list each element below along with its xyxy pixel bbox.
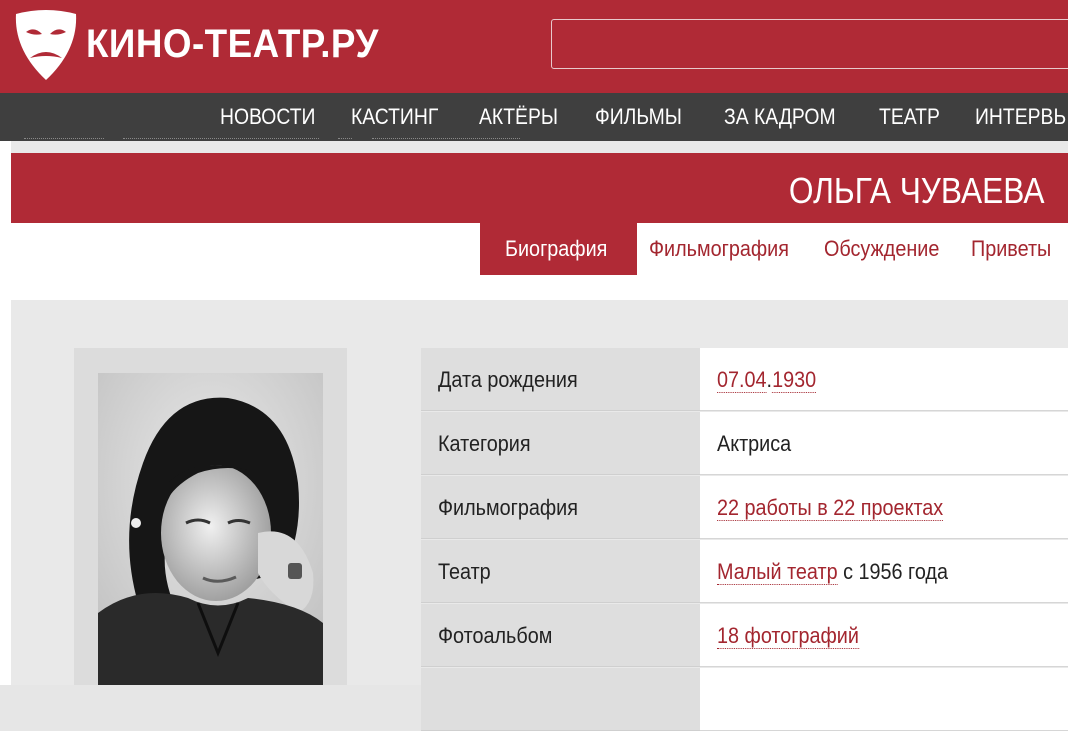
site-logo-text[interactable]: КИНО-ТЕАТР.РУ [86, 22, 379, 67]
nav-item-behind-scenes[interactable]: ЗА КАДРОМ [724, 104, 836, 130]
category-value: Актриса [717, 431, 791, 457]
info-label: Фотоальбом [438, 623, 552, 649]
search-input[interactable] [551, 19, 1068, 69]
person-title-bar: ОЛЬГА ЧУВАЕВА [11, 153, 1068, 223]
info-label-cell: Фотоальбом [421, 604, 700, 667]
info-label-cell: Театр [421, 540, 700, 603]
nav-item-films[interactable]: ФИЛЬМЫ [595, 104, 682, 130]
page-left-edge [0, 141, 11, 685]
person-name: ОЛЬГА ЧУВАЕВА [788, 170, 1044, 212]
info-row-filmography: Фильмография 22 работы в 22 проектах [421, 476, 1068, 539]
info-value-cell: 07.04.1930 [700, 348, 1068, 411]
info-label: Категория [438, 431, 531, 457]
filmography-link[interactable]: 22 работы в 22 проектах [717, 495, 943, 521]
info-label: Фильмография [438, 495, 578, 521]
info-label-cell: Фильмография [421, 476, 700, 539]
profile-tabs: Биография Фильмография Обсуждение Привет… [11, 223, 1068, 300]
tab-biography-label: Биография [505, 223, 607, 275]
info-row-theatre: Театр Малый театр с 1956 года [421, 540, 1068, 603]
photo-album-link[interactable]: 18 фотографий [717, 623, 859, 649]
birth-year-link[interactable]: 1930 [772, 367, 816, 393]
theatre-since-text: с 1956 года [838, 559, 948, 584]
info-value-cell: Актриса [700, 412, 1068, 475]
info-label: Дата рождения [438, 367, 578, 393]
theatre-link[interactable]: Малый театр [717, 559, 838, 585]
info-row-next [421, 668, 1068, 731]
info-label-cell [421, 668, 700, 731]
tab-biography[interactable]: Биография [480, 223, 637, 275]
nav-item-interviews[interactable]: ИНТЕРВЬ [975, 104, 1066, 130]
info-label-cell: Дата рождения [421, 348, 700, 411]
info-row-birth: Дата рождения 07.04.1930 [421, 348, 1068, 411]
nav-item-actors[interactable]: АКТЁРЫ [479, 104, 558, 130]
nav-item-news[interactable]: НОВОСТИ [220, 104, 315, 130]
birth-date-value: 07.04.1930 [717, 367, 816, 393]
nav-item-casting[interactable]: КАСТИНГ [351, 104, 438, 130]
tab-greetings[interactable]: Приветы [971, 223, 1060, 275]
portrait-photo[interactable] [98, 373, 323, 685]
info-value-cell: 18 фотографий [700, 604, 1068, 667]
site-header: КИНО-ТЕАТР.РУ [0, 0, 1068, 93]
tab-filmography[interactable]: Фильмография [649, 223, 804, 275]
info-row-album: Фотоальбом 18 фотографий [421, 604, 1068, 667]
info-value-cell [700, 668, 1068, 731]
theatre-mask-icon[interactable] [12, 10, 80, 82]
main-nav: НОВОСТИ КАСТИНГ АКТЁРЫ ФИЛЬМЫ ЗА КАДРОМ … [0, 93, 1068, 141]
tab-discussion[interactable]: Обсуждение [824, 223, 952, 275]
info-value-cell: Малый театр с 1956 года [700, 540, 1068, 603]
nav-item-theatre[interactable]: ТЕАТР [879, 104, 940, 130]
info-label-cell: Категория [421, 412, 700, 475]
birth-day-link[interactable]: 07.04 [717, 367, 767, 393]
info-value-cell: 22 работы в 22 проектах [700, 476, 1068, 539]
tab-filmography-label: Фильмография [649, 223, 789, 275]
portrait-image [98, 373, 323, 685]
tab-greetings-label: Приветы [971, 223, 1051, 275]
tab-discussion-label: Обсуждение [824, 223, 939, 275]
info-label: Театр [438, 559, 491, 585]
info-row-category: Категория Актриса [421, 412, 1068, 475]
